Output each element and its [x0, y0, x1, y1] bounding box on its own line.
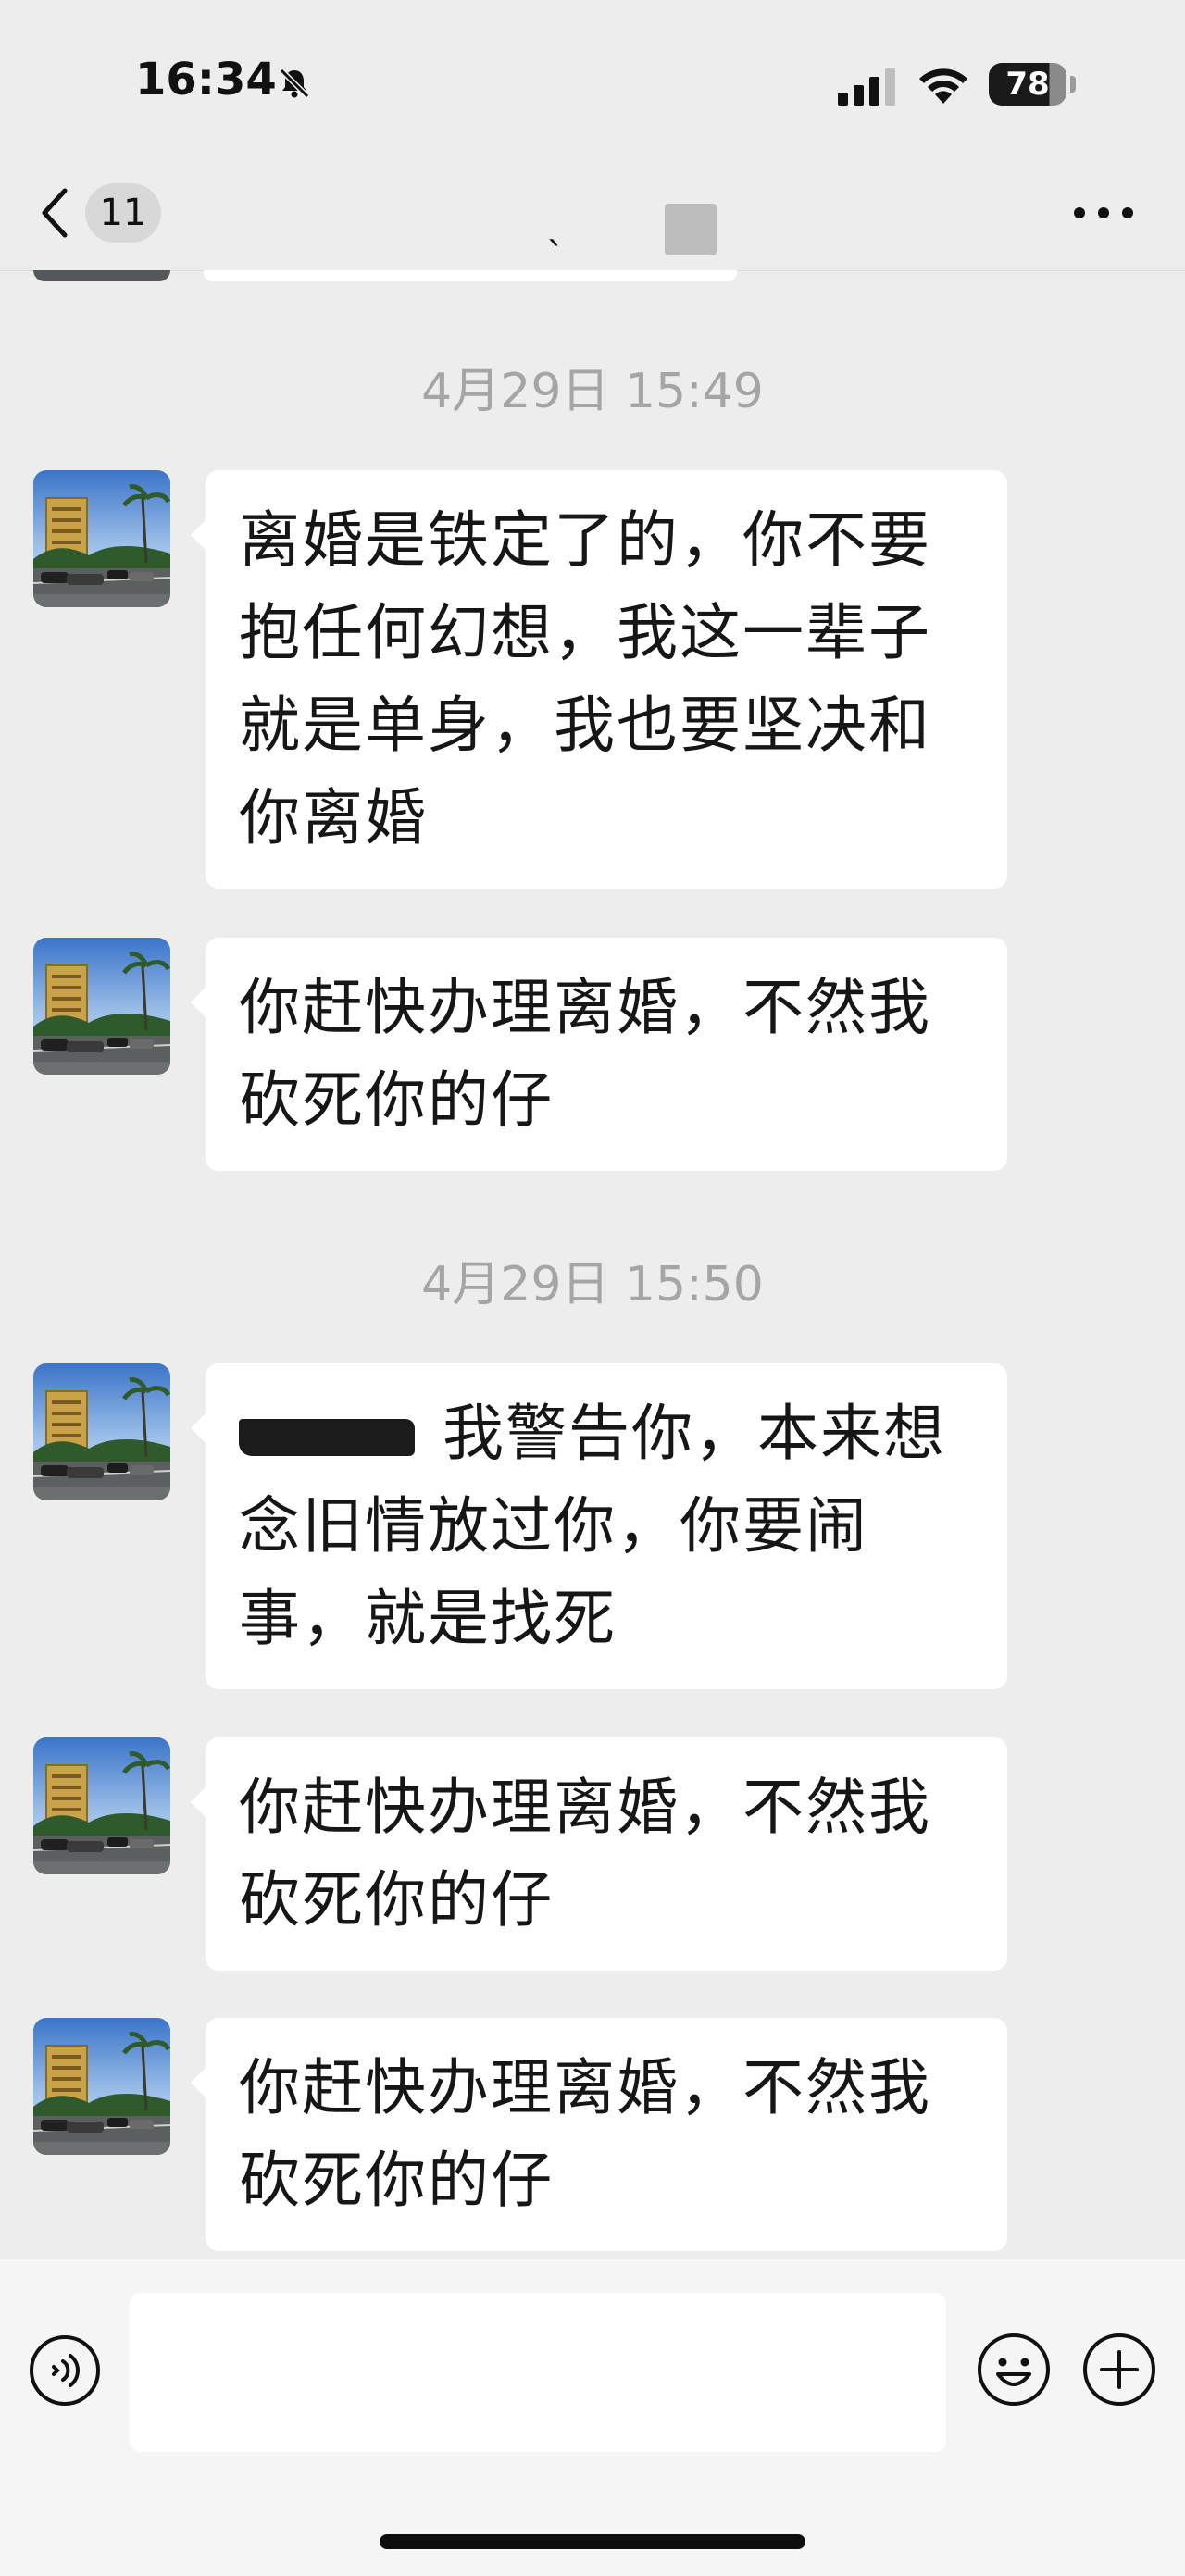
- chat-input-bar: [0, 2259, 1185, 2576]
- plus-circle-icon[interactable]: [1081, 2332, 1157, 2408]
- voice-input-icon[interactable]: [28, 2333, 102, 2408]
- cellular-signal-icon: [838, 68, 895, 106]
- battery-icon: 78: [989, 63, 1078, 107]
- bell-muted-icon: [279, 68, 310, 99]
- message-text: 你赶快办理离婚，不然我砍死你的仔: [239, 1772, 931, 1935]
- previous-bubble-edge: [204, 270, 737, 281]
- avatar[interactable]: [33, 1363, 170, 1500]
- message-text: 你赶快办理离婚，不然我砍死你的仔: [239, 972, 931, 1136]
- previous-avatar-edge: [33, 270, 170, 281]
- message-bubble[interactable]: 你赶快办理离婚，不然我砍死你的仔: [191, 938, 1007, 1171]
- wifi-icon: [919, 68, 967, 104]
- avatar[interactable]: [33, 470, 170, 607]
- message-bubble[interactable]: 离婚是铁定了的，你不要抱任何幻想，我这一辈子就是单身，我也要坚决和你离婚: [191, 470, 1007, 889]
- status-bar: 16:34 78: [0, 0, 1185, 167]
- contact-name-redaction: [665, 204, 717, 255]
- redaction-mark: [239, 1418, 415, 1456]
- chat-nav-bar: 11 ˎ: [0, 167, 1185, 271]
- avatar[interactable]: [33, 1737, 170, 1874]
- message-bubble[interactable]: 我警告你，本来想念旧情放过你，你要闹事，就是找死: [191, 1363, 1007, 1689]
- message-text-wrapper: 我警告你，本来想念旧情放过你，你要闹事，就是找死: [239, 1388, 972, 1665]
- more-dots-icon[interactable]: [1070, 196, 1137, 230]
- chevron-left-icon[interactable]: [37, 185, 74, 241]
- chat-title: ˎ: [546, 204, 565, 246]
- avatar[interactable]: [33, 938, 170, 1075]
- message-bubble[interactable]: 你赶快办理离婚，不然我砍死你的仔: [191, 1737, 1007, 1971]
- timestamp: 4月29日 15:50: [421, 1257, 764, 1313]
- battery-percent: 78: [1005, 66, 1050, 103]
- status-time: 16:34: [135, 54, 277, 106]
- home-indicator: [380, 2534, 805, 2549]
- timestamp: 4月29日 15:49: [421, 364, 764, 419]
- message-text: 离婚是铁定了的，你不要抱任何幻想，我这一辈子就是单身，我也要坚决和你离婚: [239, 504, 931, 853]
- message-input[interactable]: [130, 2293, 946, 2452]
- message-bubble[interactable]: 你赶快办理离婚，不然我砍死你的仔: [191, 2018, 1007, 2251]
- emoji-icon[interactable]: [976, 2332, 1052, 2408]
- unread-count-badge[interactable]: 11: [85, 183, 161, 243]
- avatar[interactable]: [33, 2018, 170, 2155]
- message-text: 你赶快办理离婚，不然我砍死你的仔: [239, 2052, 931, 2216]
